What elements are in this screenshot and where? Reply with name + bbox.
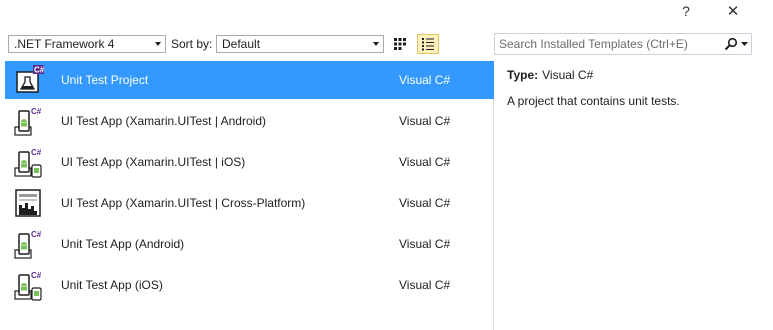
template-language: Visual C#: [399, 155, 451, 169]
template-language: Visual C#: [399, 278, 451, 292]
template-name: UI Test App (Xamarin.UITest | iOS): [61, 155, 246, 169]
chevron-down-icon: [369, 42, 383, 46]
search-input[interactable]: [495, 36, 721, 52]
help-button[interactable]: ?: [671, 0, 701, 22]
detail-type-label: Type:: [507, 68, 539, 82]
template-row-ui-test-android[interactable]: C# UI Test App (Xamarin.UITest | Android…: [5, 102, 494, 140]
template-row-unit-test-ios[interactable]: C# Unit Test App (iOS) Visual C#: [5, 266, 494, 304]
template-name: Unit Test App (Android): [61, 237, 185, 251]
template-row-unit-test-project[interactable]: C# Unit Test Project Visual C#: [5, 61, 494, 99]
android-app-icon: C#: [13, 228, 45, 260]
framework-dropdown-value: .NET Framework 4: [14, 37, 115, 51]
grid-view-button[interactable]: [389, 34, 411, 54]
detail-description: A project that contains unit tests.: [507, 94, 680, 108]
detail-type: Type: Visual C#: [507, 68, 767, 82]
grid-view-icon: [394, 38, 406, 50]
svg-text:C#: C#: [31, 230, 42, 239]
template-language: Visual C#: [399, 73, 451, 87]
chevron-down-icon: [151, 42, 165, 46]
template-row-ui-test-ios[interactable]: C# UI Test App (Xamarin.UITest | iOS) Vi…: [5, 143, 494, 181]
template-name: UI Test App (Xamarin.UITest | Cross-Plat…: [61, 196, 306, 210]
template-list: C# Unit Test Project Visual C# C# UI Tes…: [0, 61, 494, 330]
chevron-down-icon: [741, 42, 748, 46]
android-app-icon: C#: [13, 105, 45, 137]
ios-app-icon: C#: [13, 269, 45, 301]
list-view-button[interactable]: [417, 34, 439, 54]
ios-app-icon: C#: [13, 146, 45, 178]
template-language: Visual C#: [399, 237, 451, 251]
cross-platform-app-icon: [13, 187, 45, 219]
list-view-icon: [422, 38, 434, 51]
close-button[interactable]: ✕: [718, 0, 748, 22]
sort-by-label: Sort by:: [171, 37, 213, 51]
search-button[interactable]: [721, 34, 751, 54]
unit-test-project-icon: C#: [13, 64, 45, 96]
svg-text:C#: C#: [31, 107, 42, 116]
svg-text:C#: C#: [31, 271, 42, 280]
search-box: [494, 33, 752, 55]
template-name: UI Test App (Xamarin.UITest | Android): [61, 114, 266, 128]
template-language: Visual C#: [399, 196, 451, 210]
template-name: Unit Test Project: [61, 73, 149, 87]
sort-dropdown[interactable]: Default: [216, 35, 384, 53]
framework-dropdown[interactable]: .NET Framework 4: [8, 35, 166, 53]
template-details: Type: Visual C# A project that contains u…: [507, 68, 767, 108]
search-icon: [724, 37, 738, 51]
template-name: Unit Test App (iOS): [61, 278, 163, 292]
template-row-ui-test-cross-platform[interactable]: UI Test App (Xamarin.UITest | Cross-Plat…: [5, 184, 494, 222]
sort-dropdown-value: Default: [222, 37, 261, 51]
svg-text:C#: C#: [31, 148, 42, 157]
detail-type-value: Visual C#: [542, 68, 594, 82]
svg-text:C#: C#: [34, 66, 45, 75]
template-language: Visual C#: [399, 114, 451, 128]
template-row-unit-test-android[interactable]: C# Unit Test App (Android) Visual C#: [5, 225, 494, 263]
